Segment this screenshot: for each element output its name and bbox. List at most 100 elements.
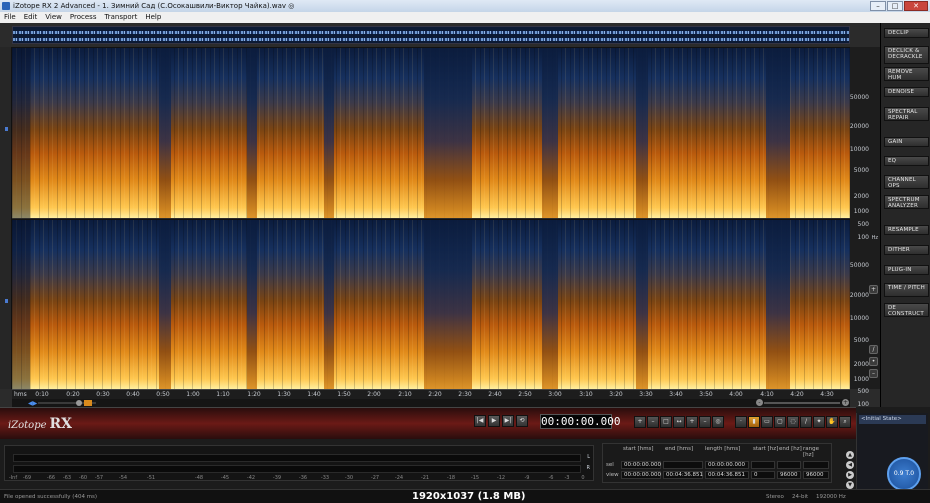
zoom-tool-icon[interactable]: ⌕ xyxy=(839,416,851,428)
time-tick: 1:10 xyxy=(216,391,230,398)
col-length-hms: length [hms] xyxy=(705,446,741,452)
sel-start-hz-field[interactable] xyxy=(751,461,775,469)
module-time-pitch[interactable]: TIME / PITCH xyxy=(884,283,929,297)
menu-view[interactable]: View xyxy=(41,12,66,23)
module-denoise[interactable]: DENOISE xyxy=(884,87,929,97)
module-declip[interactable]: DECLIP xyxy=(884,28,929,38)
history-state-item[interactable]: <Initial State> xyxy=(859,415,926,424)
zoom-out-icon[interactable]: – xyxy=(869,369,878,378)
meter-tick: -33 xyxy=(320,475,330,481)
view-start-field[interactable]: 00:00:00.000 xyxy=(621,471,661,479)
module-eq[interactable]: EQ xyxy=(884,156,929,166)
sel-range-hz-field[interactable] xyxy=(803,461,829,469)
zoom-in-icon[interactable]: + xyxy=(634,416,646,428)
zoom-out-time-icon[interactable]: - xyxy=(756,399,763,406)
view-tools: + – □ ↔ + – ◎ · ▮ ▭ ▢ ◌ / ✦ ✋ ⌕ xyxy=(634,416,851,428)
row-view-label: view xyxy=(606,472,619,478)
module-declick[interactable]: DECLICK & DECRACKLE xyxy=(884,46,929,64)
module-deconstruct[interactable]: DE CONSTRUCT xyxy=(884,303,929,317)
menu-edit[interactable]: Edit xyxy=(20,12,42,23)
view-end-hz-field[interactable]: 96000 xyxy=(777,471,801,479)
spectrogram-left-channel[interactable] xyxy=(12,47,850,218)
freq-tick: 10000 xyxy=(849,146,869,153)
meter-bar-left xyxy=(13,454,581,462)
zoom-fit-icon[interactable]: ↔ xyxy=(673,416,685,428)
time-tick: 0:50 xyxy=(156,391,170,398)
minimize-button[interactable]: – xyxy=(870,1,886,11)
module-plug-in[interactable]: PLUG-IN xyxy=(884,265,929,275)
spectral-gap xyxy=(424,48,472,218)
zoom-out-icon[interactable]: – xyxy=(647,416,659,428)
freq-tick: 10000 xyxy=(849,315,869,322)
menu-file[interactable]: File xyxy=(0,12,20,23)
forward-button[interactable]: ▶| xyxy=(502,415,514,427)
time-tick: 1:30 xyxy=(277,391,291,398)
brush-tool-icon[interactable]: / xyxy=(800,416,812,428)
status-rate: 192000 Hz xyxy=(816,494,846,500)
scroll-knob[interactable] xyxy=(76,400,82,406)
lasso-tool-icon[interactable]: ◌ xyxy=(787,416,799,428)
menu-help[interactable]: Help xyxy=(141,12,165,23)
time-tick: 1:50 xyxy=(337,391,351,398)
sel-length-field[interactable]: 00:00:00.000 xyxy=(705,461,749,469)
sel-start-field[interactable]: 00:00:00.000 xyxy=(621,461,661,469)
meter-tick: -69 xyxy=(22,475,32,481)
spectrogram-right-channel[interactable] xyxy=(12,219,850,389)
history-next-icon[interactable]: ▶ xyxy=(846,471,854,479)
module-remove-hum[interactable]: REMOVE HUM xyxy=(884,67,929,81)
selection-info-panel: start [hms] end [hms] length [hms] start… xyxy=(602,443,832,483)
view-start-hz-field[interactable]: 0 xyxy=(751,471,775,479)
sel-end-field[interactable] xyxy=(663,461,703,469)
magic-wand-icon[interactable]: ✦ xyxy=(813,416,825,428)
pan-tool-icon[interactable]: ✋ xyxy=(826,416,838,428)
loop-button[interactable]: ⟲ xyxy=(516,415,528,427)
menu-process[interactable]: Process xyxy=(66,12,101,23)
history-down-icon[interactable]: ▼ xyxy=(846,481,854,489)
zoom-freq-in-icon[interactable]: + xyxy=(686,416,698,428)
module-channel-ops[interactable]: CHANNEL OPS xyxy=(884,175,929,189)
maximize-button[interactable]: □ xyxy=(887,1,903,11)
zoom-freq-out-icon[interactable]: – xyxy=(699,416,711,428)
spectral-gap xyxy=(766,220,790,389)
row-sel-label: sel xyxy=(606,462,614,468)
play-button[interactable]: ▶ xyxy=(488,415,500,427)
zoom-track[interactable] xyxy=(764,402,840,404)
waveform-overview[interactable] xyxy=(12,26,850,44)
logo-product: RX xyxy=(49,416,73,432)
zoom-full-icon[interactable]: ◎ xyxy=(712,416,724,428)
freq-tick: 5000 xyxy=(853,337,869,344)
meter-tick: -3 xyxy=(564,475,570,481)
time-select-tool-icon[interactable]: ▮ xyxy=(748,416,760,428)
module-spectrum-analyzer[interactable]: SPECTRUM ANALYZER xyxy=(884,195,929,209)
module-spectral-repair[interactable]: SPECTRAL REPAIR xyxy=(884,107,929,121)
time-tick: 1:20 xyxy=(247,391,261,398)
brush-icon[interactable]: / xyxy=(869,345,878,354)
spectral-gap xyxy=(159,220,171,389)
zoom-in-time-icon[interactable]: + xyxy=(842,399,849,406)
rewind-button[interactable]: |◀ xyxy=(474,415,486,427)
view-length-field[interactable]: 00:04:36.851 xyxy=(705,471,749,479)
time-tick: 1:00 xyxy=(186,391,200,398)
view-end-field[interactable]: 00:04:36.851 xyxy=(663,471,703,479)
view-range-hz-field[interactable]: 96000 xyxy=(803,471,829,479)
rect-select-tool-icon[interactable]: ▢ xyxy=(774,416,786,428)
meter-tick: -30 xyxy=(344,475,354,481)
spectral-gap xyxy=(636,220,648,389)
marker-icon[interactable] xyxy=(84,400,92,406)
zoom-in-icon[interactable]: + xyxy=(869,285,878,294)
module-resample[interactable]: RESAMPLE xyxy=(884,225,929,235)
history-up-icon[interactable]: ▲ xyxy=(846,451,854,459)
spectral-gap xyxy=(542,48,558,218)
freq-select-tool-icon[interactable]: ▭ xyxy=(761,416,773,428)
module-gain[interactable]: GAIN xyxy=(884,137,929,147)
zoom-extra-icon[interactable]: · xyxy=(735,416,747,428)
sel-end-hz-field[interactable] xyxy=(777,461,801,469)
module-dither[interactable]: DITHER xyxy=(884,245,929,255)
menu-transport[interactable]: Transport xyxy=(100,12,141,23)
horizontal-zoom-slider[interactable]: - + xyxy=(756,399,850,407)
color-picker-icon[interactable]: • xyxy=(869,357,878,366)
history-prev-icon[interactable]: ◀ xyxy=(846,461,854,469)
close-button[interactable]: ✕ xyxy=(904,1,928,11)
playhead-arrow-icon[interactable]: ◀▶ xyxy=(28,400,37,407)
zoom-selection-icon[interactable]: □ xyxy=(660,416,672,428)
